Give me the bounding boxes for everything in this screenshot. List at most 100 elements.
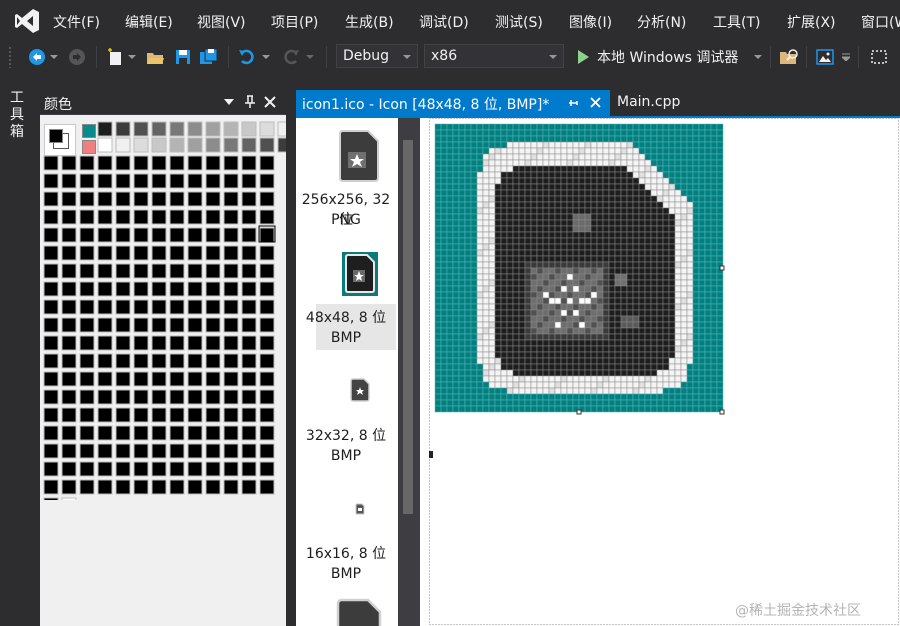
palette-swatch[interactable] [205,317,221,333]
palette-swatch[interactable] [115,281,131,297]
palette-swatch[interactable] [151,371,167,387]
open-file-button[interactable] [144,46,166,68]
palette-swatch[interactable] [115,461,131,477]
palette-swatch[interactable] [241,371,257,387]
palette-swatch[interactable] [169,461,185,477]
icon-next-preview-icon[interactable] [336,598,382,626]
palette-swatch[interactable] [169,121,185,137]
palette-swatch[interactable] [169,353,185,369]
palette-swatch[interactable] [151,317,167,333]
palette-swatch[interactable] [187,425,203,441]
palette-swatch[interactable] [241,389,257,405]
palette-swatch[interactable] [259,155,275,171]
palette-swatch[interactable] [97,263,113,279]
palette-swatch[interactable] [115,155,131,171]
back-dropdown-button[interactable] [48,46,60,68]
palette-swatch[interactable] [187,443,203,459]
palette-swatch[interactable] [169,227,185,243]
palette-swatch[interactable] [205,299,221,315]
palette-swatch[interactable] [97,443,113,459]
palette-swatch[interactable] [241,407,257,423]
menu-build[interactable]: 生成(B) [345,12,394,32]
palette-swatch[interactable] [205,137,221,153]
palette-swatch[interactable] [259,443,275,459]
palette-swatch[interactable] [151,407,167,423]
palette-swatch[interactable] [277,121,286,137]
palette-swatch[interactable] [133,461,149,477]
palette-swatch[interactable] [223,443,239,459]
menu-debug[interactable]: 调试(D) [419,12,469,32]
palette-swatch[interactable] [223,121,239,137]
palette-swatch[interactable] [115,137,131,153]
palette-swatch[interactable] [97,461,113,477]
palette-swatch[interactable] [61,245,77,261]
palette-swatch[interactable] [259,281,275,297]
palette-swatch[interactable] [133,389,149,405]
palette-swatch[interactable] [241,209,257,225]
palette-swatch[interactable] [97,155,113,171]
palette-swatch[interactable] [169,209,185,225]
menu-analyze[interactable]: 分析(N) [637,12,686,32]
palette-swatch[interactable] [79,407,95,423]
palette-swatch[interactable] [241,191,257,207]
palette-swatch[interactable] [259,227,275,243]
palette-swatch[interactable] [97,191,113,207]
menu-tools[interactable]: 工具(T) [713,12,760,32]
palette-swatch[interactable] [169,191,185,207]
palette-swatch[interactable] [97,209,113,225]
palette-swatch[interactable] [223,371,239,387]
palette-swatch[interactable] [169,263,185,279]
palette-swatch[interactable] [79,209,95,225]
palette-swatch[interactable] [187,281,203,297]
resize-handle-left[interactable] [429,451,433,458]
palette-swatch[interactable] [223,389,239,405]
palette-swatch[interactable] [61,173,77,189]
palette-swatch[interactable] [169,317,185,333]
palette-swatch[interactable] [133,191,149,207]
thumbnail-32-format[interactable]: BMP [296,446,396,466]
palette-swatch[interactable] [97,245,113,261]
palette-swatch[interactable] [43,299,59,315]
palette-swatch[interactable] [79,227,95,243]
palette-swatch[interactable] [151,173,167,189]
visual-studio-logo-icon[interactable] [14,8,40,34]
palette-swatch[interactable] [61,371,77,387]
palette-swatch[interactable] [241,317,257,333]
palette-swatch[interactable] [223,191,239,207]
palette-swatch[interactable] [205,479,221,495]
palette-swatch[interactable] [151,245,167,261]
icon-32-preview-icon[interactable] [349,378,371,402]
palette-swatch[interactable] [205,173,221,189]
menu-edit[interactable]: 编辑(E) [125,12,173,32]
palette-swatch[interactable] [79,389,95,405]
palette-swatch[interactable] [43,479,59,495]
color-palette[interactable] [40,120,286,500]
palette-swatch[interactable] [43,425,59,441]
palette-swatch[interactable] [241,121,257,137]
palette-swatch[interactable] [61,407,77,423]
palette-swatch[interactable] [43,335,59,351]
palette-swatch[interactable] [169,137,185,153]
palette-swatch[interactable] [241,227,257,243]
palette-swatch[interactable] [151,389,167,405]
palette-swatch[interactable] [151,281,167,297]
palette-swatch[interactable] [205,281,221,297]
palette-swatch[interactable] [79,317,95,333]
palette-swatch[interactable] [169,155,185,171]
menu-project[interactable]: 项目(P) [271,12,318,32]
palette-swatch[interactable] [223,461,239,477]
palette-swatch[interactable] [187,191,203,207]
palette-swatch[interactable] [133,407,149,423]
menu-window[interactable]: 窗口(W) [861,12,900,32]
palette-swatch[interactable] [187,155,203,171]
scrollbar-thumb[interactable] [403,140,413,514]
thumbnail-48-size[interactable]: 48x48, 8 位 [296,308,396,328]
palette-swatch[interactable] [223,245,239,261]
solution-configuration-select[interactable]: Debug [336,44,418,68]
toolbox-tab[interactable]: 工具箱 [10,90,26,141]
palette-swatch[interactable] [241,353,257,369]
palette-swatch[interactable] [259,425,275,441]
palette-swatch[interactable] [115,479,131,495]
palette-swatch[interactable] [115,407,131,423]
local-debugger-label[interactable]: 本地 Windows 调试器 [597,47,738,67]
